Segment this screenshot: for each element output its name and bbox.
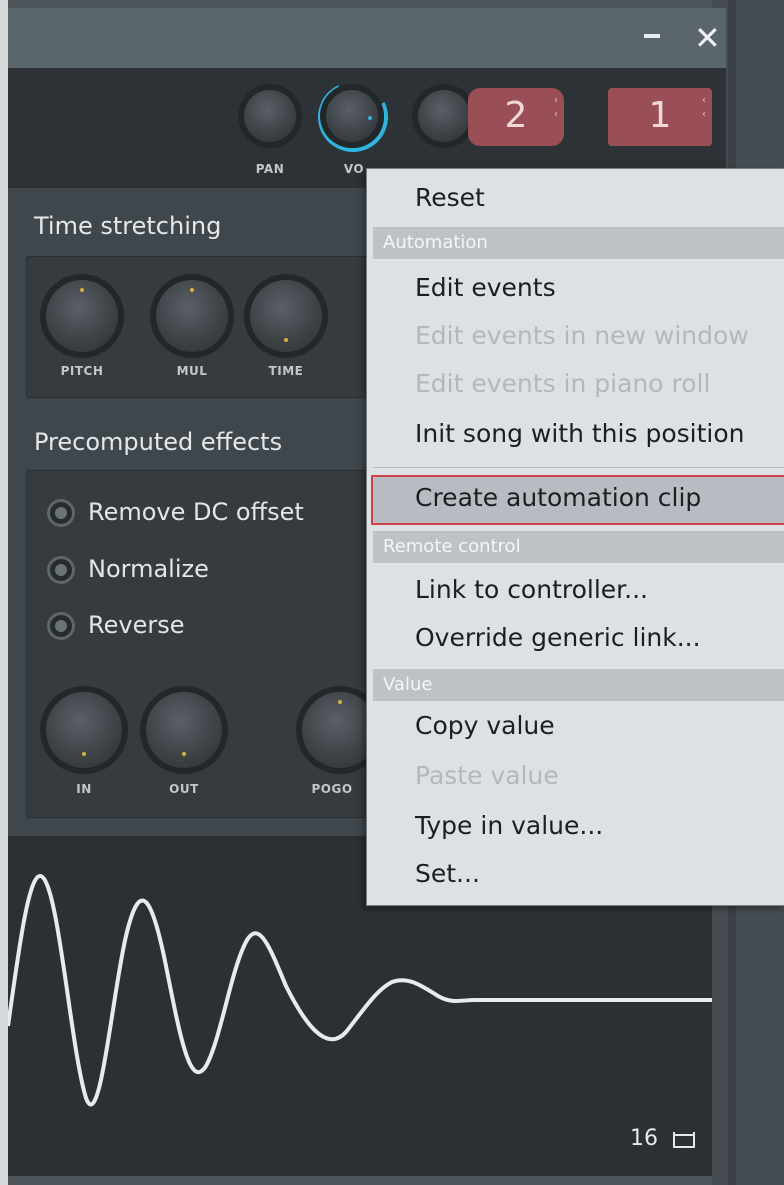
time-pitch-label: PITCH (60, 364, 104, 378)
time-mul-label: MUL (176, 364, 208, 378)
menu-section-value: Value (373, 669, 784, 701)
menu-item-edit-events[interactable]: Edit events (415, 273, 556, 302)
volume-knob[interactable] (326, 90, 378, 142)
menu-item-init-song-label: Init song with this position (415, 419, 745, 448)
menu-section-remote-control: Remote control (373, 531, 784, 563)
menu-item-edit-events-piano-roll-label: Edit events in piano roll (415, 369, 711, 398)
pan-knob[interactable] (244, 90, 296, 142)
time-mul-knob[interactable] (156, 280, 228, 352)
minimize-icon[interactable] (644, 34, 660, 38)
remove-dc-offset-radio[interactable] (50, 502, 72, 524)
pitch-knob[interactable] (418, 90, 470, 142)
track-counter[interactable]: 1 ‹ ‹ (608, 88, 712, 146)
menu-item-type-in-value[interactable]: Type in value... (415, 811, 603, 840)
menu-section-remote-control-label: Remote control (383, 536, 521, 557)
precomputed-effects-title: Precomputed effects (34, 428, 283, 456)
menu-item-init-song[interactable]: Init song with this position (415, 419, 744, 448)
menu-item-set-label: Set... (415, 859, 480, 888)
volume-indicator-dot (368, 116, 372, 120)
normalize-radio[interactable] (50, 559, 72, 581)
in-knob[interactable] (46, 692, 122, 768)
range-counter[interactable]: 2 ‹ ‹ (468, 88, 564, 146)
menu-item-paste-value-label: Paste value (415, 761, 559, 790)
knob-indicator-dot (338, 700, 342, 704)
menu-item-edit-events-label: Edit events (415, 273, 556, 302)
menu-item-create-automation-clip-label: Create automation clip (415, 483, 702, 512)
screen-edge (0, 0, 8, 1185)
menu-separator (373, 467, 784, 468)
out-knob[interactable] (146, 692, 222, 768)
reverse-radio[interactable] (50, 615, 72, 637)
menu-section-value-label: Value (383, 674, 433, 695)
menu-item-edit-events-new-window-label: Edit events in new window (415, 321, 749, 350)
menu-item-link-to-controller-label: Link to controller... (415, 575, 648, 604)
menu-item-reset-label: Reset (415, 183, 485, 212)
normalize-label[interactable]: Normalize (88, 555, 209, 583)
waveform-path (6, 873, 712, 1107)
time-time-knob[interactable] (250, 280, 322, 352)
menu-item-reset[interactable]: Reset (415, 183, 485, 212)
time-time-label: TIME (268, 364, 304, 378)
menu-section-automation-label: Automation (383, 232, 488, 253)
waveform-count-label: 16 (630, 1126, 658, 1151)
out-label: OUT (169, 782, 199, 796)
menu-item-edit-events-new-window: Edit events in new window (415, 321, 749, 350)
track-spin-arrows[interactable]: ‹ ‹ (702, 94, 706, 122)
knob-indicator-dot (284, 338, 288, 342)
menu-item-override-generic-link-label: Override generic link... (415, 623, 701, 652)
menu-item-copy-value[interactable]: Copy value (415, 711, 555, 740)
menu-section-automation: Automation (373, 227, 784, 259)
menu-item-edit-events-piano-roll: Edit events in piano roll (415, 369, 710, 398)
reverse-label[interactable]: Reverse (88, 611, 184, 639)
menu-item-link-to-controller[interactable]: Link to controller... (415, 575, 648, 604)
menu-item-set[interactable]: Set... (415, 859, 480, 888)
time-pitch-knob[interactable] (46, 280, 118, 352)
menu-item-override-generic-link[interactable]: Override generic link... (415, 623, 701, 652)
resize-icon[interactable] (670, 1130, 698, 1150)
knob-indicator-dot (82, 752, 86, 756)
menu-item-copy-value-label: Copy value (415, 711, 555, 740)
pogo-label: POGO (311, 782, 353, 796)
remove-dc-offset-label[interactable]: Remove DC offset (88, 498, 304, 526)
menu-item-type-in-value-label: Type in value... (415, 811, 604, 840)
track-value: 1 (648, 95, 672, 136)
knob-indicator-dot (80, 288, 84, 292)
context-menu: Reset Automation Edit events Edit events… (366, 168, 784, 906)
menu-item-paste-value: Paste value (415, 761, 559, 790)
in-label: IN (76, 782, 92, 796)
knob-indicator-dot (182, 752, 186, 756)
knob-indicator-dot (190, 288, 194, 292)
range-value: 2 (504, 95, 528, 136)
pan-label: PAN (255, 162, 285, 176)
title-bar (8, 8, 726, 68)
time-stretching-title: Time stretching (34, 212, 222, 240)
menu-item-create-automation-clip-text[interactable]: Create automation clip (415, 483, 701, 512)
range-spin-arrows[interactable]: ‹ ‹ (554, 94, 558, 122)
close-icon[interactable]: ✕ (694, 18, 721, 58)
